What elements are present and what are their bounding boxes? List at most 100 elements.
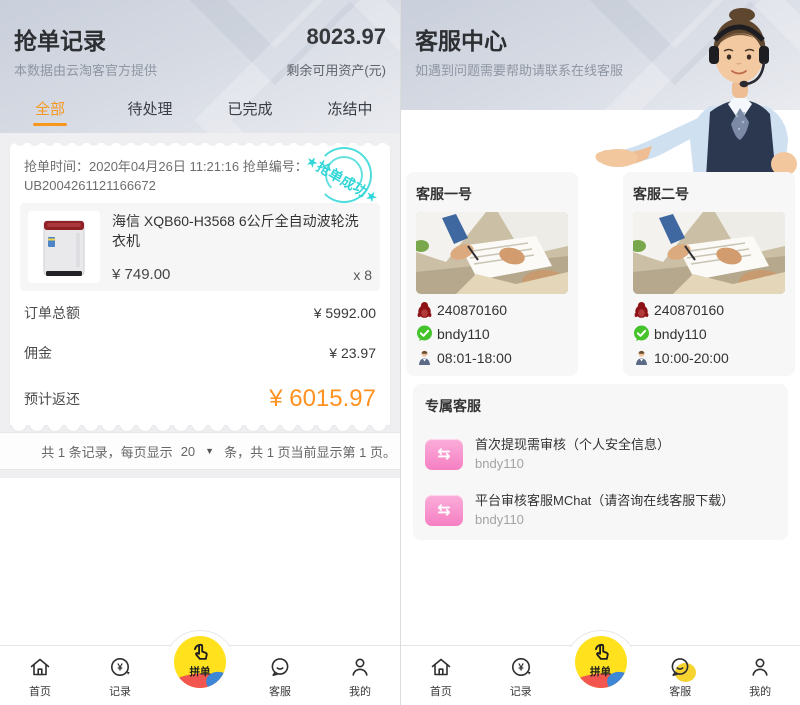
nav-label: 客服 (269, 683, 291, 699)
nav-records[interactable]: ¥ 记录 (481, 646, 561, 705)
tab-frozen[interactable]: 冻结中 (300, 90, 400, 133)
order-time-and-number: 抢单时间：2020年04月26日 11:21:16 抢单编号： (24, 157, 326, 176)
order-filter-tabs: 全部 待处理 已完成 冻结中 (0, 90, 400, 133)
summary-row-total: 订单总额 ¥ 5992.00 (24, 293, 376, 333)
grab-order-button[interactable]: 拼单 (174, 636, 226, 688)
hours-row: 10:00-20:00 (633, 349, 785, 366)
grab-button-label: 拼单 (190, 664, 211, 679)
qq-number[interactable]: 240870160 (437, 302, 507, 318)
service-agent-photo (588, 0, 800, 178)
agent-avatar-icon (633, 349, 650, 366)
service-account[interactable]: bndy110 (475, 511, 734, 528)
order-meta: 抢单时间：2020年04月26日 11:21:16 抢单编号： UB200426… (10, 151, 340, 197)
balance-amount: 8023.97 (306, 24, 386, 50)
wechat-contact-row: bndy110 (633, 325, 785, 342)
nav-label: 我的 (749, 683, 771, 699)
transfer-icon: ⇆ (425, 439, 463, 470)
page-subtitle: 如遇到问题需要帮助请联系在线客服 (415, 60, 623, 79)
nav-mine[interactable]: 我的 (720, 646, 800, 705)
order-records-header: 抢单记录 本数据由云淘客官方提供 8023.97 剩余可用资产(元) 全部 待处… (0, 0, 400, 133)
person-icon (347, 654, 373, 680)
tab-all[interactable]: 全部 (0, 90, 100, 133)
summary-row-commission: 佣金 ¥ 23.97 (24, 333, 376, 373)
wechat-icon (416, 325, 433, 342)
grab-button-label: 拼单 (590, 664, 611, 679)
wechat-id[interactable]: bndy110 (654, 326, 707, 342)
grab-order-button[interactable]: 拼单 (575, 636, 627, 688)
summary-value: ¥ 5992.00 (314, 305, 376, 321)
home-icon (27, 654, 53, 680)
nav-home[interactable]: 首页 (401, 646, 481, 705)
nav-label: 首页 (430, 683, 452, 699)
qq-icon (633, 301, 650, 318)
bottom-tab-bar: 首页 ¥ 记录 (401, 645, 800, 705)
product-price-row: ¥ 749.00 x 8 (112, 266, 372, 283)
qq-contact-row: 240870160 (416, 301, 568, 318)
service-card-title: 客服一号 (416, 184, 568, 204)
service-card-1: 客服一号 (406, 172, 578, 376)
wechat-icon (633, 325, 650, 342)
order-number: UB2004261121166672 (24, 176, 326, 195)
nav-records[interactable]: ¥ 记录 (80, 646, 160, 705)
home-icon (428, 654, 454, 680)
nav-service[interactable]: 客服 (240, 646, 320, 705)
tab-label: 冻结中 (327, 101, 372, 118)
records-yen-icon: ¥ (107, 654, 133, 680)
page-title: 抢单记录 (14, 22, 106, 56)
nav-label: 首页 (29, 683, 51, 699)
tab-completed[interactable]: 已完成 (200, 90, 300, 133)
ticket-scallop-edge (10, 143, 390, 151)
order-records-screen: 抢单记录 本数据由云淘客官方提供 8023.97 剩余可用资产(元) 全部 待处… (0, 0, 400, 705)
pagination-prefix: 共 1 条记录，每页显示 (41, 442, 172, 461)
service-cards-row: 客服一号 (401, 172, 800, 376)
nav-service-active[interactable]: 客服 (640, 646, 720, 705)
pagination-bar: 共 1 条记录，每页显示 20 ▼ 条，共 1 页当前显示第 1 页。 (0, 432, 400, 470)
nav-label: 记录 (109, 683, 131, 699)
tab-label: 全部 (35, 101, 65, 118)
product-name: 海信 XQB60-H3568 6公斤全自动波轮洗衣机 (112, 211, 372, 251)
product-info: 海信 XQB60-H3568 6公斤全自动波轮洗衣机 ¥ 749.00 x 8 (112, 211, 372, 283)
service-note: 首次提现需审核（个人安全信息） (475, 436, 670, 453)
service-account[interactable]: bndy110 (475, 455, 670, 472)
pagination-suffix: 条，共 1 页当前显示第 1 页。 (224, 442, 396, 461)
service-note: 平台审核客服MChat（请咨询在线客服下载） (475, 492, 734, 509)
product-row: 海信 XQB60-H3568 6公斤全自动波轮洗衣机 ¥ 749.00 x 8 (20, 203, 380, 291)
active-tab-underline (33, 123, 67, 127)
summary-label: 订单总额 (24, 303, 80, 323)
qq-number[interactable]: 240870160 (654, 302, 724, 318)
exclusive-service-card: 专属客服 ⇆ 首次提现需审核（个人安全信息） bndy110 ⇆ 平台审核客服M… (413, 384, 788, 540)
per-page-value[interactable]: 20 (181, 444, 195, 459)
product-quantity: x 8 (353, 267, 372, 283)
yen-glyph: ¥ (518, 663, 524, 674)
wechat-id[interactable]: bndy110 (437, 326, 490, 342)
tab-pending[interactable]: 待处理 (100, 90, 200, 133)
service-card-photo (416, 212, 568, 294)
nav-home[interactable]: 首页 (0, 646, 80, 705)
nav-mine[interactable]: 我的 (320, 646, 400, 705)
person-icon (747, 654, 773, 680)
nav-label: 记录 (510, 683, 532, 699)
hours-row: 08:01-18:00 (416, 349, 568, 366)
order-summary: 订单总额 ¥ 5992.00 佣金 ¥ 23.97 预计返还 ¥ 6015.97 (10, 291, 390, 425)
exclusive-service-row: ⇆ 平台审核客服MChat（请咨询在线客服下载） bndy110 (425, 492, 776, 528)
page-title: 客服中心 (415, 22, 507, 56)
yen-glyph: ¥ (117, 663, 123, 674)
tap-hand-icon (189, 641, 211, 663)
washing-machine-image (40, 215, 88, 279)
tab-label: 已完成 (227, 101, 272, 118)
nav-label: 我的 (349, 683, 371, 699)
customer-service-screen: 客服中心 如遇到问题需要帮助请联系在线客服 客服一号 (400, 0, 800, 705)
bottom-tab-bar: 首页 ¥ 记录 (0, 645, 400, 705)
tap-hand-icon (590, 641, 612, 663)
balance-label: 剩余可用资产(元) (286, 60, 386, 79)
service-card-title: 客服二号 (633, 184, 785, 204)
service-hours: 08:01-18:00 (437, 350, 512, 366)
exclusive-service-row: ⇆ 首次提现需审核（个人安全信息） bndy110 (425, 436, 776, 472)
page-subtitle: 本数据由云淘客官方提供 (14, 60, 157, 79)
per-page-dropdown-caret-icon[interactable]: ▼ (205, 446, 214, 456)
exclusive-service-title: 专属客服 (425, 396, 776, 416)
summary-row-expected-return: 预计返还 ¥ 6015.97 (24, 373, 376, 425)
agent-avatar-icon (416, 349, 433, 366)
qq-contact-row: 240870160 (633, 301, 785, 318)
qq-icon (416, 301, 433, 318)
